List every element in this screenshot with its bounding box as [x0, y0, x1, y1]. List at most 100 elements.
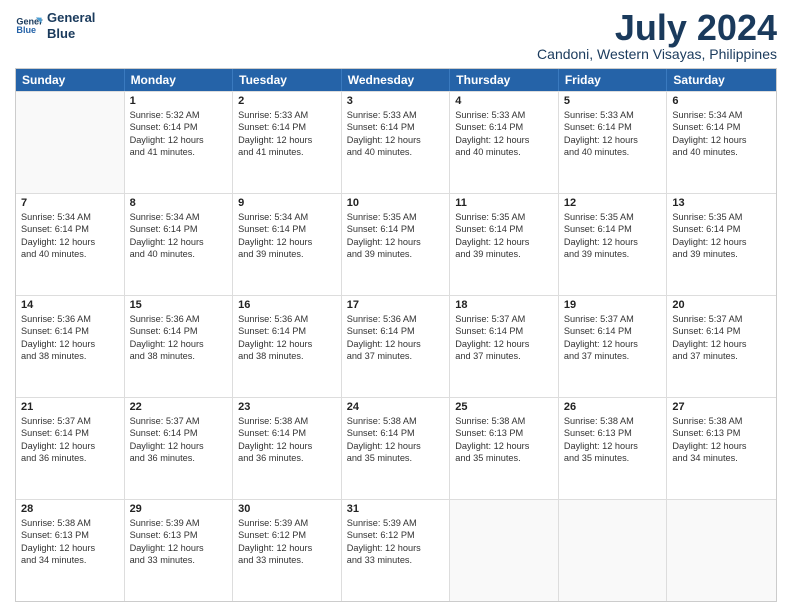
cell-info-line: Daylight: 12 hours: [21, 542, 119, 554]
cell-info-line: Sunrise: 5:37 AM: [455, 313, 553, 325]
cell-info-line: Sunrise: 5:38 AM: [455, 415, 553, 427]
cell-info-line: and 34 minutes.: [672, 452, 771, 464]
day-header-thursday: Thursday: [450, 69, 559, 91]
cell-info-line: and 41 minutes.: [130, 146, 228, 158]
day-header-monday: Monday: [125, 69, 234, 91]
cell-info-line: Daylight: 12 hours: [564, 236, 662, 248]
cal-cell: 4Sunrise: 5:33 AMSunset: 6:14 PMDaylight…: [450, 92, 559, 193]
cell-info-line: Daylight: 12 hours: [347, 440, 445, 452]
cell-info-line: and 37 minutes.: [455, 350, 553, 362]
cell-info-line: and 33 minutes.: [238, 554, 336, 566]
cell-info-line: Sunrise: 5:38 AM: [564, 415, 662, 427]
cell-info-line: Sunrise: 5:33 AM: [564, 109, 662, 121]
logo-icon: General Blue: [15, 12, 43, 40]
cal-cell: 15Sunrise: 5:36 AMSunset: 6:14 PMDayligh…: [125, 296, 234, 397]
cell-info-line: Daylight: 12 hours: [347, 338, 445, 350]
cell-info-line: Sunset: 6:14 PM: [455, 223, 553, 235]
page: General Blue General Blue July 2024 Cand…: [0, 0, 792, 612]
day-number: 25: [455, 401, 553, 413]
cell-info-line: Sunset: 6:14 PM: [455, 121, 553, 133]
day-number: 22: [130, 401, 228, 413]
cal-cell: 9Sunrise: 5:34 AMSunset: 6:14 PMDaylight…: [233, 194, 342, 295]
cell-info-line: Daylight: 12 hours: [130, 236, 228, 248]
svg-text:Blue: Blue: [16, 25, 36, 35]
cell-info-line: Daylight: 12 hours: [672, 236, 771, 248]
week-row-1: 1Sunrise: 5:32 AMSunset: 6:14 PMDaylight…: [16, 91, 776, 193]
cal-cell: 13 Sunrise: 5:35 AMSunset: 6:14 PMDayligh…: [667, 194, 776, 295]
cal-cell: 8Sunrise: 5:34 AMSunset: 6:14 PMDaylight…: [125, 194, 234, 295]
cell-info-line: Sunset: 6:14 PM: [238, 223, 336, 235]
cell-info-line: Daylight: 12 hours: [21, 338, 119, 350]
cell-info-line: and 39 minutes.: [564, 248, 662, 260]
cell-info-line: Sunset: 6:14 PM: [672, 121, 771, 133]
cell-info-line: Sunset: 6:14 PM: [21, 427, 119, 439]
cell-info-line: Sunrise: 5:39 AM: [130, 517, 228, 529]
cell-info-line: Sunset: 6:14 PM: [130, 325, 228, 337]
main-title: July 2024: [537, 10, 777, 46]
cell-info-line: Sunset: 6:13 PM: [455, 427, 553, 439]
cell-info-line: and 36 minutes.: [21, 452, 119, 464]
cal-cell: 14 Sunrise: 5:36 AMSunset: 6:14 PMDayligh…: [16, 296, 125, 397]
cell-info-line: Sunset: 6:14 PM: [347, 325, 445, 337]
day-number: 12: [564, 197, 662, 209]
cell-info-line: and 35 minutes.: [564, 452, 662, 464]
calendar: SundayMondayTuesdayWednesdayThursdayFrid…: [15, 68, 777, 602]
day-number: 31: [347, 503, 445, 515]
cell-info-line: Sunrise: 5:33 AM: [347, 109, 445, 121]
cell-info-line: Sunset: 6:14 PM: [347, 223, 445, 235]
cal-cell: 24Sunrise: 5:38 AMSunset: 6:14 PMDayligh…: [342, 398, 451, 499]
cell-info-line: and 35 minutes.: [455, 452, 553, 464]
day-number: 19: [564, 299, 662, 311]
cal-cell: 18Sunrise: 5:37 AMSunset: 6:14 PMDayligh…: [450, 296, 559, 397]
day-number: 18: [455, 299, 553, 311]
day-number: 1: [130, 95, 228, 107]
cell-info-line: Sunrise: 5:35 AM: [672, 211, 771, 223]
cal-cell: 10Sunrise: 5:35 AMSunset: 6:14 PMDayligh…: [342, 194, 451, 295]
cell-info-line: Sunrise: 5:34 AM: [672, 109, 771, 121]
day-number: 15: [130, 299, 228, 311]
cell-info-line: Sunset: 6:14 PM: [130, 121, 228, 133]
logo-text: General Blue: [47, 10, 95, 41]
cell-info-line: Sunset: 6:13 PM: [672, 427, 771, 439]
cell-info-line: Sunset: 6:14 PM: [238, 427, 336, 439]
cell-info-line: Daylight: 12 hours: [564, 440, 662, 452]
cell-info-line: Sunrise: 5:38 AM: [672, 415, 771, 427]
week-row-5: 28Sunrise: 5:38 AMSunset: 6:13 PMDayligh…: [16, 499, 776, 601]
cell-info-line: Sunrise: 5:35 AM: [564, 211, 662, 223]
cell-info-line: Sunrise: 5:36 AM: [238, 313, 336, 325]
cell-info-line: and 40 minutes.: [347, 146, 445, 158]
title-block: July 2024 Candoni, Western Visayas, Phil…: [537, 10, 777, 62]
cell-info-line: Sunset: 6:13 PM: [21, 529, 119, 541]
cell-info-line: Sunset: 6:14 PM: [455, 325, 553, 337]
day-number: 30: [238, 503, 336, 515]
cell-info-line: Sunrise: 5:37 AM: [564, 313, 662, 325]
day-number: 2: [238, 95, 336, 107]
cell-info-line: Sunrise: 5:34 AM: [130, 211, 228, 223]
cell-info-line: Sunrise: 5:38 AM: [21, 517, 119, 529]
cell-info-line: Sunset: 6:14 PM: [21, 325, 119, 337]
day-header-sunday: Sunday: [16, 69, 125, 91]
cal-cell: 30Sunrise: 5:39 AMSunset: 6:12 PMDayligh…: [233, 500, 342, 601]
day-header-tuesday: Tuesday: [233, 69, 342, 91]
cell-info-line: Sunrise: 5:36 AM: [21, 313, 119, 325]
cell-info-line: and 40 minutes.: [455, 146, 553, 158]
cell-info-line: and 35 minutes.: [347, 452, 445, 464]
week-row-3: 14Sunrise: 5:36 AMSunset: 6:14 PMDayligh…: [16, 295, 776, 397]
cell-info-line: Sunrise: 5:36 AM: [130, 313, 228, 325]
cell-info-line: Daylight: 12 hours: [238, 338, 336, 350]
cell-info-line: Sunset: 6:14 PM: [238, 121, 336, 133]
cal-cell: 16Sunrise: 5:36 AMSunset: 6:14 PMDayligh…: [233, 296, 342, 397]
cell-info-line: and 39 minutes.: [672, 248, 771, 260]
cal-cell: 26Sunrise: 5:38 AMSunset: 6:13 PMDayligh…: [559, 398, 668, 499]
cell-info-line: Sunrise: 5:35 AM: [347, 211, 445, 223]
day-number: 13: [672, 197, 771, 209]
cell-info-line: Sunset: 6:14 PM: [130, 223, 228, 235]
cell-info-line: Daylight: 12 hours: [238, 236, 336, 248]
cell-info-line: and 39 minutes.: [455, 248, 553, 260]
cell-info-line: Daylight: 12 hours: [455, 440, 553, 452]
day-number: 27: [672, 401, 771, 413]
cell-info-line: Sunset: 6:14 PM: [672, 223, 771, 235]
day-number: 14: [21, 299, 119, 311]
day-header-saturday: Saturday: [667, 69, 776, 91]
cell-info-line: Sunrise: 5:33 AM: [455, 109, 553, 121]
